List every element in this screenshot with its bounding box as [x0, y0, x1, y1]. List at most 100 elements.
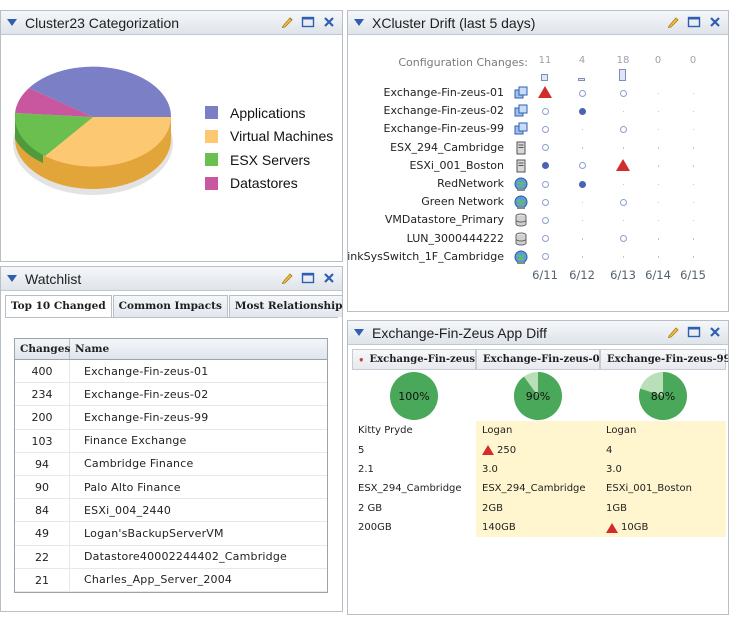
change-marker[interactable]: [619, 125, 627, 133]
table-row[interactable]: 21 Charles_App_Server_2004: [15, 568, 327, 592]
change-marker[interactable]: [541, 107, 549, 115]
legend-item-applications[interactable]: Applications: [205, 101, 333, 125]
no-change-dot: [692, 128, 694, 131]
diff-cell: 5: [352, 440, 476, 460]
diff-cell: 2.1: [352, 459, 476, 480]
table-row[interactable]: 84 ESXi_004_2440: [15, 499, 327, 523]
appdiff-panel: Exchange-Fin-Zeus App Diff Exchange-Fin-…: [347, 320, 729, 615]
legend-item-datastores[interactable]: Datastores: [205, 172, 333, 196]
change-count: 18: [616, 55, 630, 66]
tab-top-10-changed[interactable]: Top 10 Changed: [5, 295, 112, 317]
table-row[interactable]: 103 Finance Exchange: [15, 429, 327, 453]
changes-cell: 400: [15, 360, 70, 383]
change-marker[interactable]: [541, 235, 549, 243]
no-change-dot: [622, 110, 624, 113]
tab-common-impacts[interactable]: Common Impacts: [112, 295, 228, 317]
change-marker[interactable]: [541, 125, 549, 133]
diff-cell: 3.0: [476, 459, 600, 480]
drift-row-label[interactable]: Green Network: [421, 195, 504, 208]
application-icon: [514, 86, 528, 100]
maximize-icon[interactable]: [687, 15, 701, 29]
close-icon[interactable]: [322, 15, 336, 29]
diff-cell: 2 GB: [352, 498, 476, 518]
network-icon: [514, 177, 528, 191]
no-change-dot: [692, 165, 694, 167]
change-marker[interactable]: [541, 144, 549, 152]
collapse-icon[interactable]: [7, 275, 17, 282]
collapse-icon[interactable]: [354, 329, 364, 336]
no-change-dot: [692, 110, 694, 113]
diff-column-header[interactable]: Exchange-Fin-zeus: [352, 349, 476, 370]
edit-icon[interactable]: [666, 325, 680, 339]
maximize-icon[interactable]: [301, 15, 315, 29]
close-icon[interactable]: [322, 271, 336, 285]
table-row[interactable]: 94 Cambridge Finance: [15, 452, 327, 476]
diff-column: Exchange-Fin-zeus 100% Kitty Pryde 5 2.1 ESX_…: [352, 349, 476, 538]
close-icon[interactable]: [708, 325, 722, 339]
change-marker[interactable]: [619, 89, 627, 97]
table-row[interactable]: 90 Palo Alto Finance: [15, 475, 327, 500]
drift-row-label[interactable]: ESX_294_Cambridge: [390, 141, 504, 154]
change-marker[interactable]: [578, 162, 586, 170]
change-marker[interactable]: [541, 180, 549, 188]
changes-cell: 49: [15, 522, 70, 545]
drift-row-label[interactable]: ESXi_001_Boston: [409, 159, 504, 172]
collapse-icon[interactable]: [354, 19, 364, 26]
drift-row-label[interactable]: VMDatastore_Primary: [385, 213, 504, 226]
name-cell: Charles_App_Server_2004: [84, 573, 233, 587]
change-marker[interactable]: [541, 253, 549, 261]
change-marker-filled[interactable]: [578, 180, 586, 188]
no-change-dot: [692, 92, 694, 94]
change-marker[interactable]: [619, 235, 627, 243]
changes-cell: 21: [15, 568, 70, 591]
table-row[interactable]: 49 Logan'sBackupServerVM: [15, 522, 327, 546]
drift-row-label[interactable]: LUN_3000444222: [407, 232, 504, 245]
change-marker[interactable]: [541, 198, 549, 206]
change-marker[interactable]: [619, 198, 627, 206]
edit-icon[interactable]: [666, 15, 680, 29]
changes-cell: 94: [15, 452, 70, 475]
close-icon[interactable]: [708, 15, 722, 29]
no-change-dot: [657, 183, 659, 185]
tab-most-relationships[interactable]: Most Relationships: [228, 295, 342, 317]
no-change-dot: [657, 201, 659, 204]
maximize-icon[interactable]: [687, 325, 701, 339]
diff-cell: ESX_294_Cambridge: [476, 479, 600, 499]
warning-icon[interactable]: [616, 158, 630, 171]
name-cell: Palo Alto Finance: [84, 480, 181, 494]
match-percent: 90%: [526, 390, 550, 403]
no-change-dot: [692, 219, 694, 222]
diff-column-header[interactable]: Exchange-Fin-zeus-99: [600, 349, 728, 370]
drift-row-label[interactable]: Exchange-Fin-zeus-01: [384, 86, 504, 99]
maximize-icon[interactable]: [301, 271, 315, 285]
table-row[interactable]: 200 Exchange-Fin-zeus-99: [15, 406, 327, 430]
change-marker[interactable]: [541, 216, 549, 224]
edit-icon[interactable]: [280, 271, 294, 285]
no-change-dot: [692, 147, 694, 149]
legend-item-esx-servers[interactable]: ESX Servers: [205, 148, 333, 172]
datastore-icon: [514, 213, 528, 227]
change-count: 4: [578, 55, 586, 66]
table-row[interactable]: 22 Datastore40002244402_Cambridge: [15, 545, 327, 569]
edit-icon[interactable]: [280, 15, 294, 29]
drift-row-label[interactable]: RedNetwork: [437, 177, 504, 190]
collapse-icon[interactable]: [7, 19, 17, 26]
table-row[interactable]: 400 Exchange-Fin-zeus-01: [15, 360, 327, 384]
table-row[interactable]: 234 Exchange-Fin-zeus-02: [15, 383, 327, 407]
change-marker[interactable]: [578, 89, 586, 97]
changes-cell: 200: [15, 406, 70, 429]
diff-cell: 140GB: [476, 517, 600, 538]
change-marker-filled[interactable]: [541, 162, 549, 170]
legend-item-virtual-machines[interactable]: Virtual Machines: [205, 125, 333, 149]
drift-row-label[interactable]: Exchange-Fin-zeus-02: [384, 104, 504, 117]
warning-icon[interactable]: [538, 86, 552, 98]
drift-row-label[interactable]: LinkSysSwitch_1F_Cambridge: [348, 250, 504, 263]
network-icon: [514, 250, 528, 264]
change-marker-filled[interactable]: [578, 107, 586, 115]
no-change-dot: [622, 219, 624, 222]
drift-row-label[interactable]: Exchange-Fin-zeus-99: [384, 122, 504, 135]
watchlist-title: Watchlist: [25, 270, 82, 287]
diff-column-header[interactable]: Exchange-Fin-zeus-02: [476, 349, 607, 370]
column-header-name[interactable]: Name: [70, 339, 109, 359]
column-header-changes[interactable]: Changes: [15, 339, 70, 359]
